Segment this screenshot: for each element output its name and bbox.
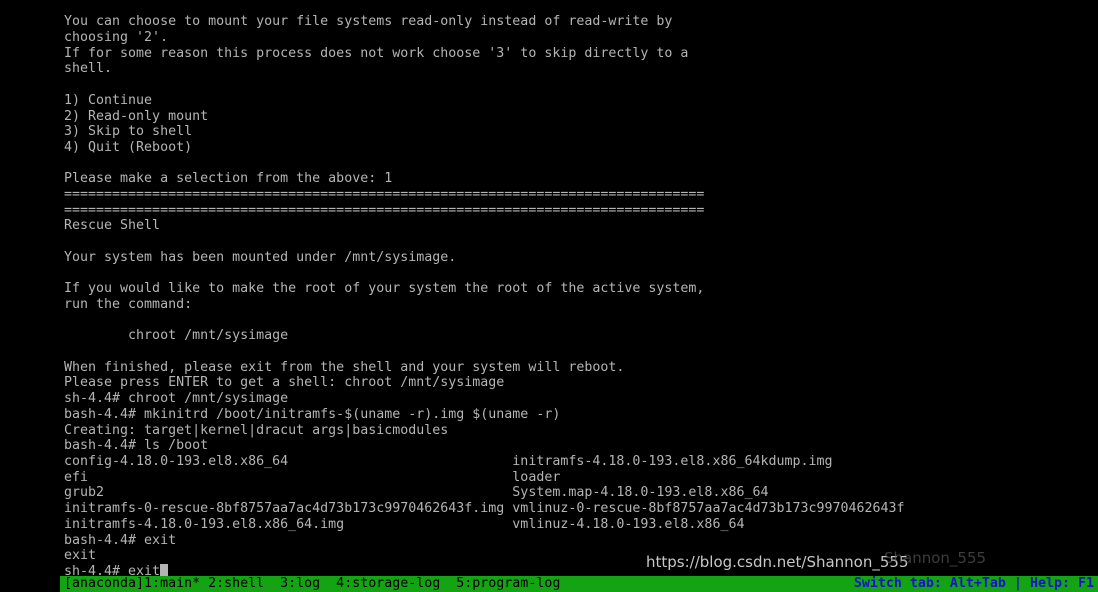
text-cursor [160, 563, 169, 577]
status-bar-tabs[interactable]: [anaconda]1:main* 2:shell 3:log 4:storag… [64, 576, 560, 592]
watermark-url: https://blog.csdn.net/Shannon_555 [646, 553, 909, 571]
watermark-ghost-text: Shannon_555 [884, 549, 987, 567]
console-output-text: You can choose to mount your file system… [64, 14, 905, 579]
status-bar[interactable]: [anaconda]1:main* 2:shell 3:log 4:storag… [60, 576, 1098, 592]
status-bar-hints: Switch tab: Alt+Tab | Help: F1 [853, 576, 1094, 591]
terminal-screen[interactable]: You can choose to mount your file system… [0, 0, 1098, 592]
console-output: You can choose to mount your file system… [64, 14, 1098, 579]
